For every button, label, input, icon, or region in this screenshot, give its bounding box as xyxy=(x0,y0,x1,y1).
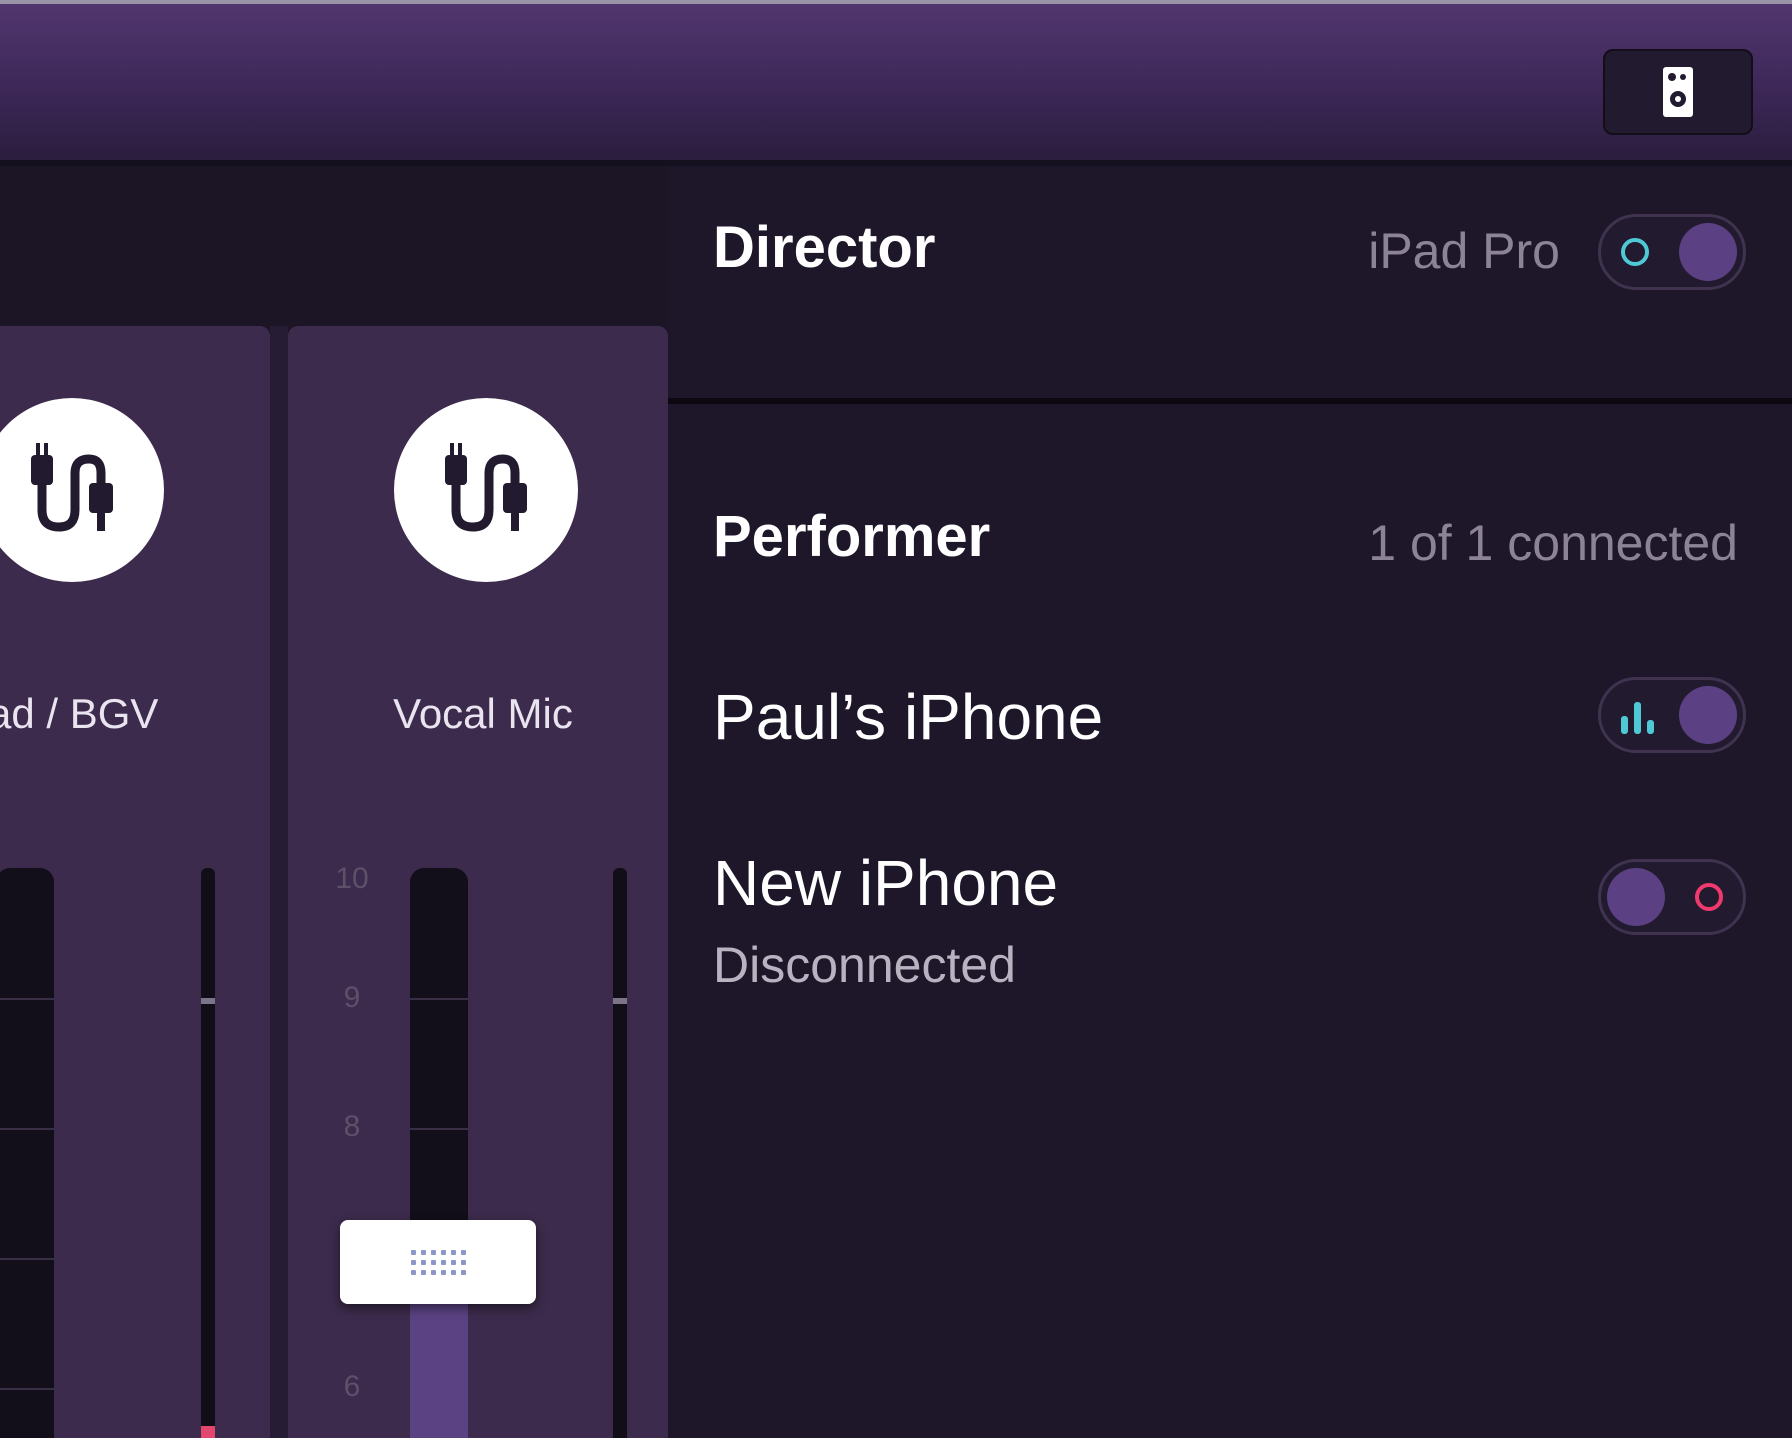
performer-title: Performer xyxy=(713,504,991,569)
device-name: Paul’s iPhone xyxy=(713,681,1104,753)
device-name: New iPhone xyxy=(713,847,1059,919)
level-meter xyxy=(201,868,215,1438)
ring-icon xyxy=(1621,238,1649,266)
fader-track[interactable] xyxy=(0,868,54,1438)
toggle-knob xyxy=(1607,868,1665,926)
new-iphone-toggle[interactable] xyxy=(1598,859,1746,935)
speaker-icon xyxy=(1663,67,1693,117)
connections-panel xyxy=(668,166,1792,1438)
scale-number: 9 xyxy=(343,981,361,1014)
level-meter xyxy=(613,868,627,1438)
speaker-button[interactable] xyxy=(1603,49,1753,135)
strip-gap xyxy=(270,326,288,1438)
device-status: Disconnected xyxy=(713,937,1016,993)
scale-number: 6 xyxy=(343,1370,361,1403)
toggle-knob xyxy=(1679,223,1737,281)
grip-icon xyxy=(410,1249,466,1275)
channel-label: ad / BGV xyxy=(0,690,159,737)
title-bar xyxy=(0,0,1792,162)
scale-number: 10 xyxy=(335,862,369,895)
performer-count: 1 of 1 connected xyxy=(1368,515,1738,571)
fader-level-fill xyxy=(410,1300,468,1438)
director-toggle[interactable] xyxy=(1598,214,1746,290)
director-title: Director xyxy=(713,215,936,280)
fader-knob[interactable] xyxy=(340,1220,536,1304)
scale-number: 8 xyxy=(343,1110,361,1143)
section-divider xyxy=(668,398,1792,404)
director-device: iPad Pro xyxy=(1368,223,1560,279)
channel-label: Vocal Mic xyxy=(393,690,573,737)
level-bars-icon xyxy=(1621,702,1654,734)
toggle-knob xyxy=(1679,686,1737,744)
ring-icon xyxy=(1695,883,1723,911)
pauls-iphone-toggle[interactable] xyxy=(1598,677,1746,753)
plug-icon[interactable] xyxy=(394,398,578,582)
